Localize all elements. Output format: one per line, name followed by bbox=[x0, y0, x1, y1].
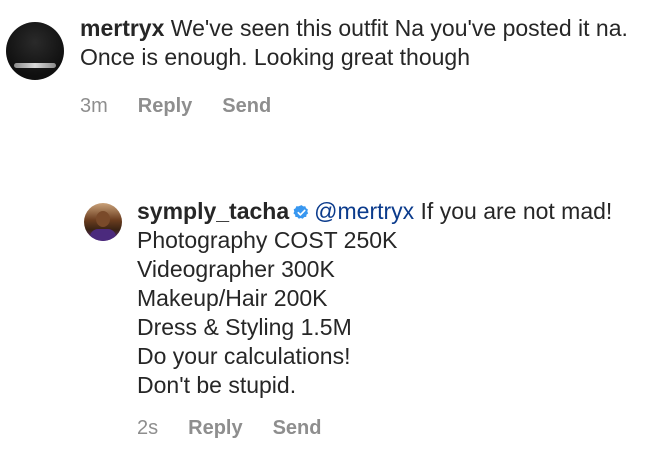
comment-text: mertryx We've seen this outfit Na you've… bbox=[80, 14, 640, 72]
verified-badge-icon bbox=[293, 205, 309, 219]
avatar[interactable] bbox=[6, 22, 64, 80]
comment-line: Videographer 300K bbox=[137, 256, 335, 282]
comment-username[interactable]: mertryx bbox=[80, 15, 164, 41]
comment-timestamp: 2s bbox=[137, 417, 159, 439]
avatar-stripe bbox=[14, 63, 56, 68]
comment-meta: 3m Reply Send bbox=[80, 95, 640, 118]
comment-timestamp: 3m bbox=[80, 95, 108, 117]
comment-line: Do your calculations! bbox=[137, 343, 351, 369]
avatar-face bbox=[96, 211, 110, 227]
comment-body: mertryx We've seen this outfit Na you've… bbox=[80, 14, 640, 118]
comment-text: symply_tacha @mertryx If you are not mad!… bbox=[137, 197, 637, 400]
avatar-dress bbox=[90, 229, 116, 241]
reply-button[interactable]: Reply bbox=[138, 95, 192, 118]
comment-line: Don't be stupid. bbox=[137, 372, 297, 398]
comment-line: Makeup/Hair 200K bbox=[137, 285, 328, 311]
comment-body: symply_tacha @mertryx If you are not mad!… bbox=[137, 197, 637, 440]
send-button[interactable]: Send bbox=[222, 95, 271, 118]
reply-button[interactable]: Reply bbox=[188, 417, 242, 440]
send-button[interactable]: Send bbox=[273, 417, 322, 440]
comment-username[interactable]: symply_tacha bbox=[137, 198, 289, 224]
comment-mertryx: mertryx We've seen this outfit Na you've… bbox=[6, 14, 646, 118]
avatar[interactable] bbox=[84, 203, 122, 241]
comment-line: Dress & Styling 1.5M bbox=[137, 314, 352, 340]
comment-meta: 2s Reply Send bbox=[137, 417, 637, 440]
comment-mention[interactable]: @mertryx bbox=[314, 198, 414, 224]
comment-symply-tacha: symply_tacha @mertryx If you are not mad!… bbox=[84, 197, 644, 440]
